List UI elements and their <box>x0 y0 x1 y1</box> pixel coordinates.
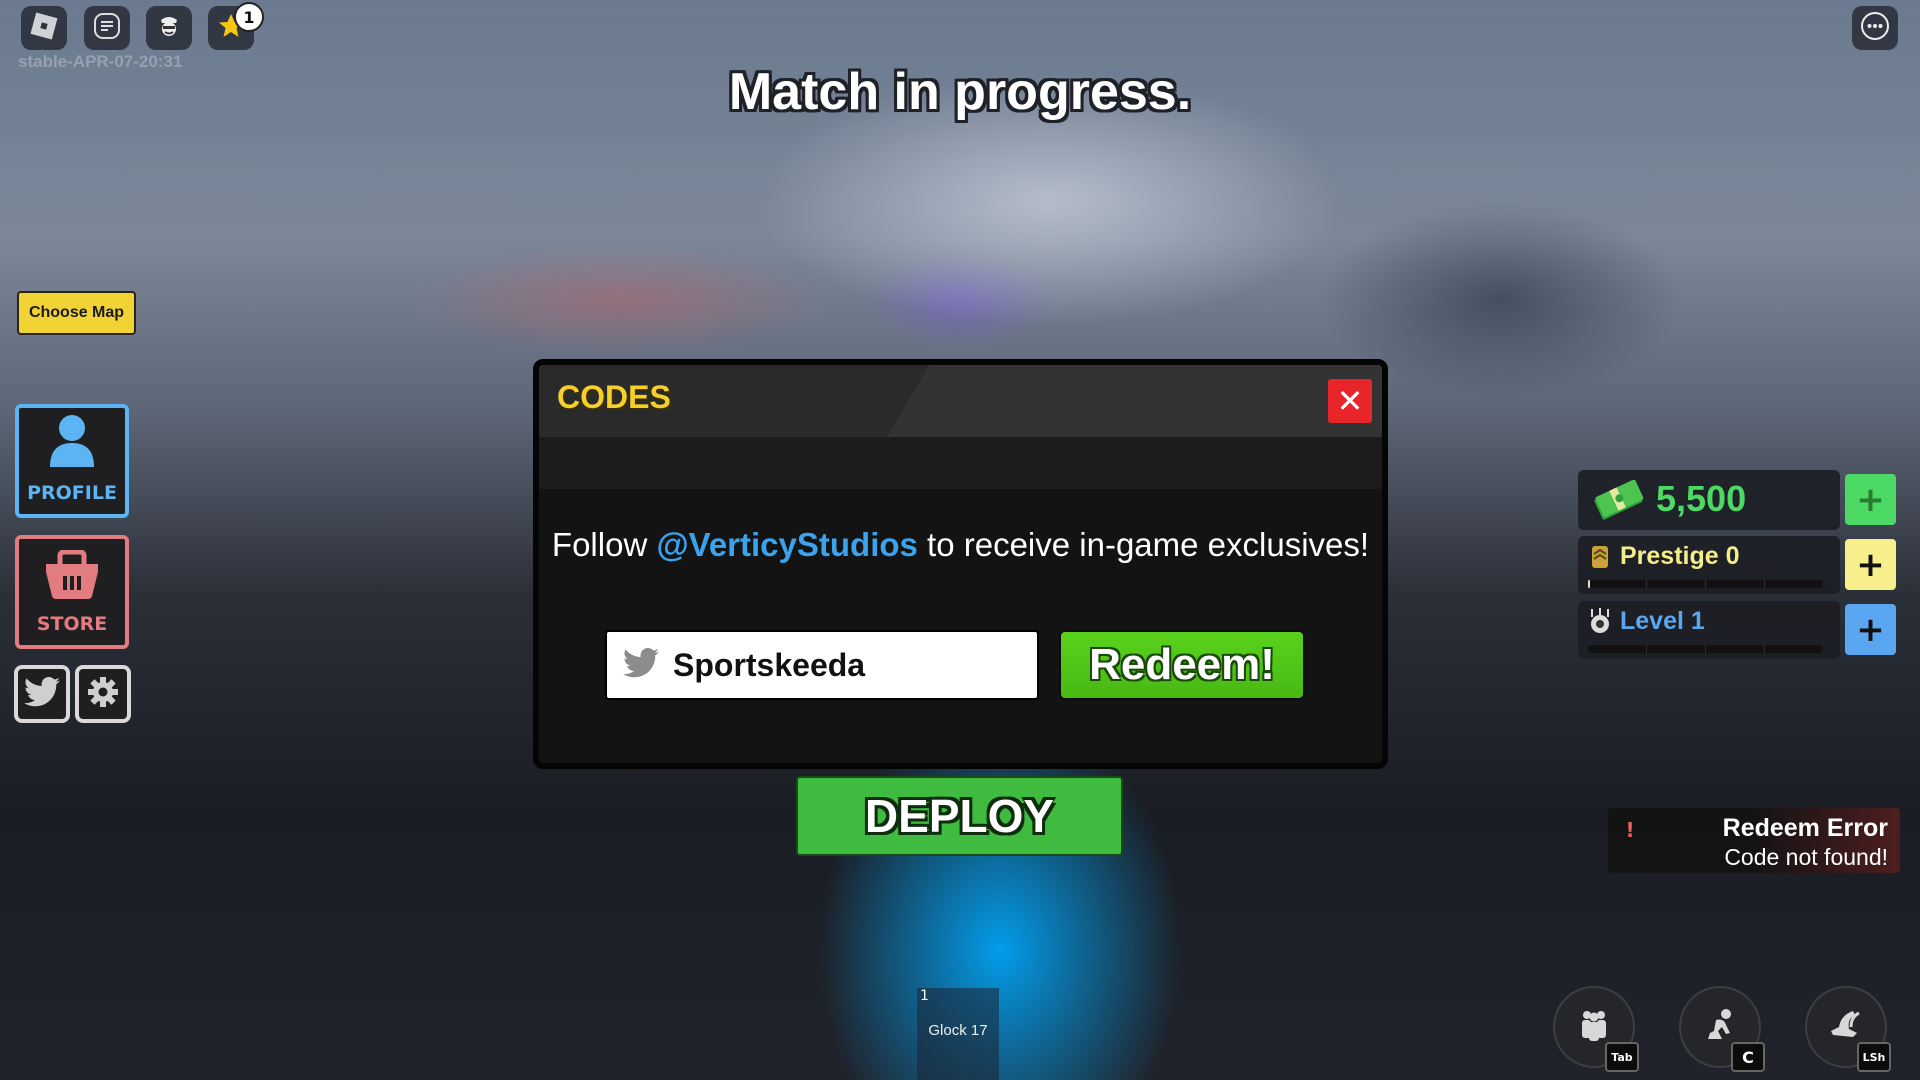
code-input-field[interactable] <box>605 630 1039 700</box>
chat-icon <box>92 11 122 45</box>
dialog-subheader <box>539 437 1382 489</box>
toast-title: Redeem Error <box>1722 814 1888 842</box>
choose-map-button[interactable]: Choose Map <box>17 291 136 335</box>
cash-icon <box>1592 479 1644 524</box>
settings-button[interactable] <box>75 665 131 723</box>
key-hint-lshift: LSh <box>1857 1042 1891 1072</box>
dialog-title: CODES <box>557 379 671 415</box>
prestige-rank-icon <box>1590 544 1610 574</box>
deploy-button[interactable]: DEPLOY <box>796 776 1123 856</box>
redeem-button[interactable]: Redeem! <box>1059 630 1305 700</box>
prestige-label: Prestige 0 <box>1620 542 1740 570</box>
profile-label: PROFILE <box>27 482 117 504</box>
error-icon: ! <box>1625 818 1635 842</box>
weapon-name: Glock 17 <box>928 1022 988 1039</box>
prestige-display: Prestige 0 <box>1578 536 1840 594</box>
notification-badge: 1 <box>234 2 264 32</box>
roblox-logo-icon <box>29 11 59 45</box>
key-hint-c: C <box>1731 1042 1765 1072</box>
roblox-menu-button[interactable] <box>21 6 67 50</box>
more-icon <box>1859 10 1891 46</box>
level-icon <box>1588 607 1612 639</box>
players-button[interactable]: Tab <box>1553 986 1639 1072</box>
buy-cash-button[interactable]: + <box>1845 474 1896 525</box>
players-icon <box>1576 1007 1612 1047</box>
close-button[interactable]: ✕ <box>1328 379 1372 423</box>
cash-display: 5,500 <box>1578 470 1840 530</box>
close-icon: ✕ <box>1336 382 1364 420</box>
match-status-title: Match in progress. <box>728 63 1192 121</box>
buy-level-button[interactable]: + <box>1845 604 1896 655</box>
twitter-icon <box>24 677 60 711</box>
follow-suffix: to receive in-game exclusives! <box>917 526 1370 563</box>
gear-icon <box>87 676 119 712</box>
crouch-button[interactable]: C <box>1679 986 1765 1072</box>
level-display: Level 1 <box>1578 601 1840 659</box>
twitter-button[interactable] <box>14 665 70 723</box>
slot-number: 1 <box>920 988 929 1004</box>
toast-message: Code not found! <box>1724 844 1888 870</box>
store-label: STORE <box>36 613 108 635</box>
favorites-button[interactable]: 1 <box>208 2 264 50</box>
header-stripe-decoration <box>887 365 1382 437</box>
basket-icon <box>44 549 100 605</box>
level-label: Level 1 <box>1620 607 1705 635</box>
prestige-progress-fill <box>1588 580 1591 588</box>
buy-prestige-button[interactable]: + <box>1845 539 1896 590</box>
redeem-error-toast: ! Redeem Error Code not found! <box>1608 808 1900 873</box>
more-menu-button[interactable] <box>1852 6 1898 50</box>
twitter-handle-link[interactable]: @VerticyStudios <box>656 526 917 563</box>
character-icon <box>154 11 184 45</box>
follow-prefix: Follow <box>551 526 657 563</box>
store-button[interactable]: STORE <box>15 535 129 649</box>
prestige-progress-bar <box>1588 580 1823 588</box>
level-progress-bar <box>1588 645 1823 653</box>
twitter-icon <box>623 648 659 682</box>
character-button[interactable] <box>146 6 192 50</box>
codes-dialog: CODES ✕ Follow @VerticyStudios to receiv… <box>533 359 1388 769</box>
sprint-button[interactable]: LSh <box>1805 986 1891 1072</box>
key-hint-tab: Tab <box>1605 1042 1639 1072</box>
profile-button[interactable]: PROFILE <box>15 404 129 518</box>
hotbar-slot[interactable]: 1 Glock 17 <box>917 988 999 1080</box>
cash-value: 5,500 <box>1656 478 1747 519</box>
code-input[interactable] <box>671 645 1035 685</box>
chat-button[interactable] <box>84 6 130 50</box>
follow-message: Follow @VerticyStudios to receive in-gam… <box>539 525 1382 565</box>
crouch-icon <box>1702 1007 1738 1047</box>
sprint-icon <box>1827 1007 1865 1047</box>
user-icon <box>47 413 97 474</box>
